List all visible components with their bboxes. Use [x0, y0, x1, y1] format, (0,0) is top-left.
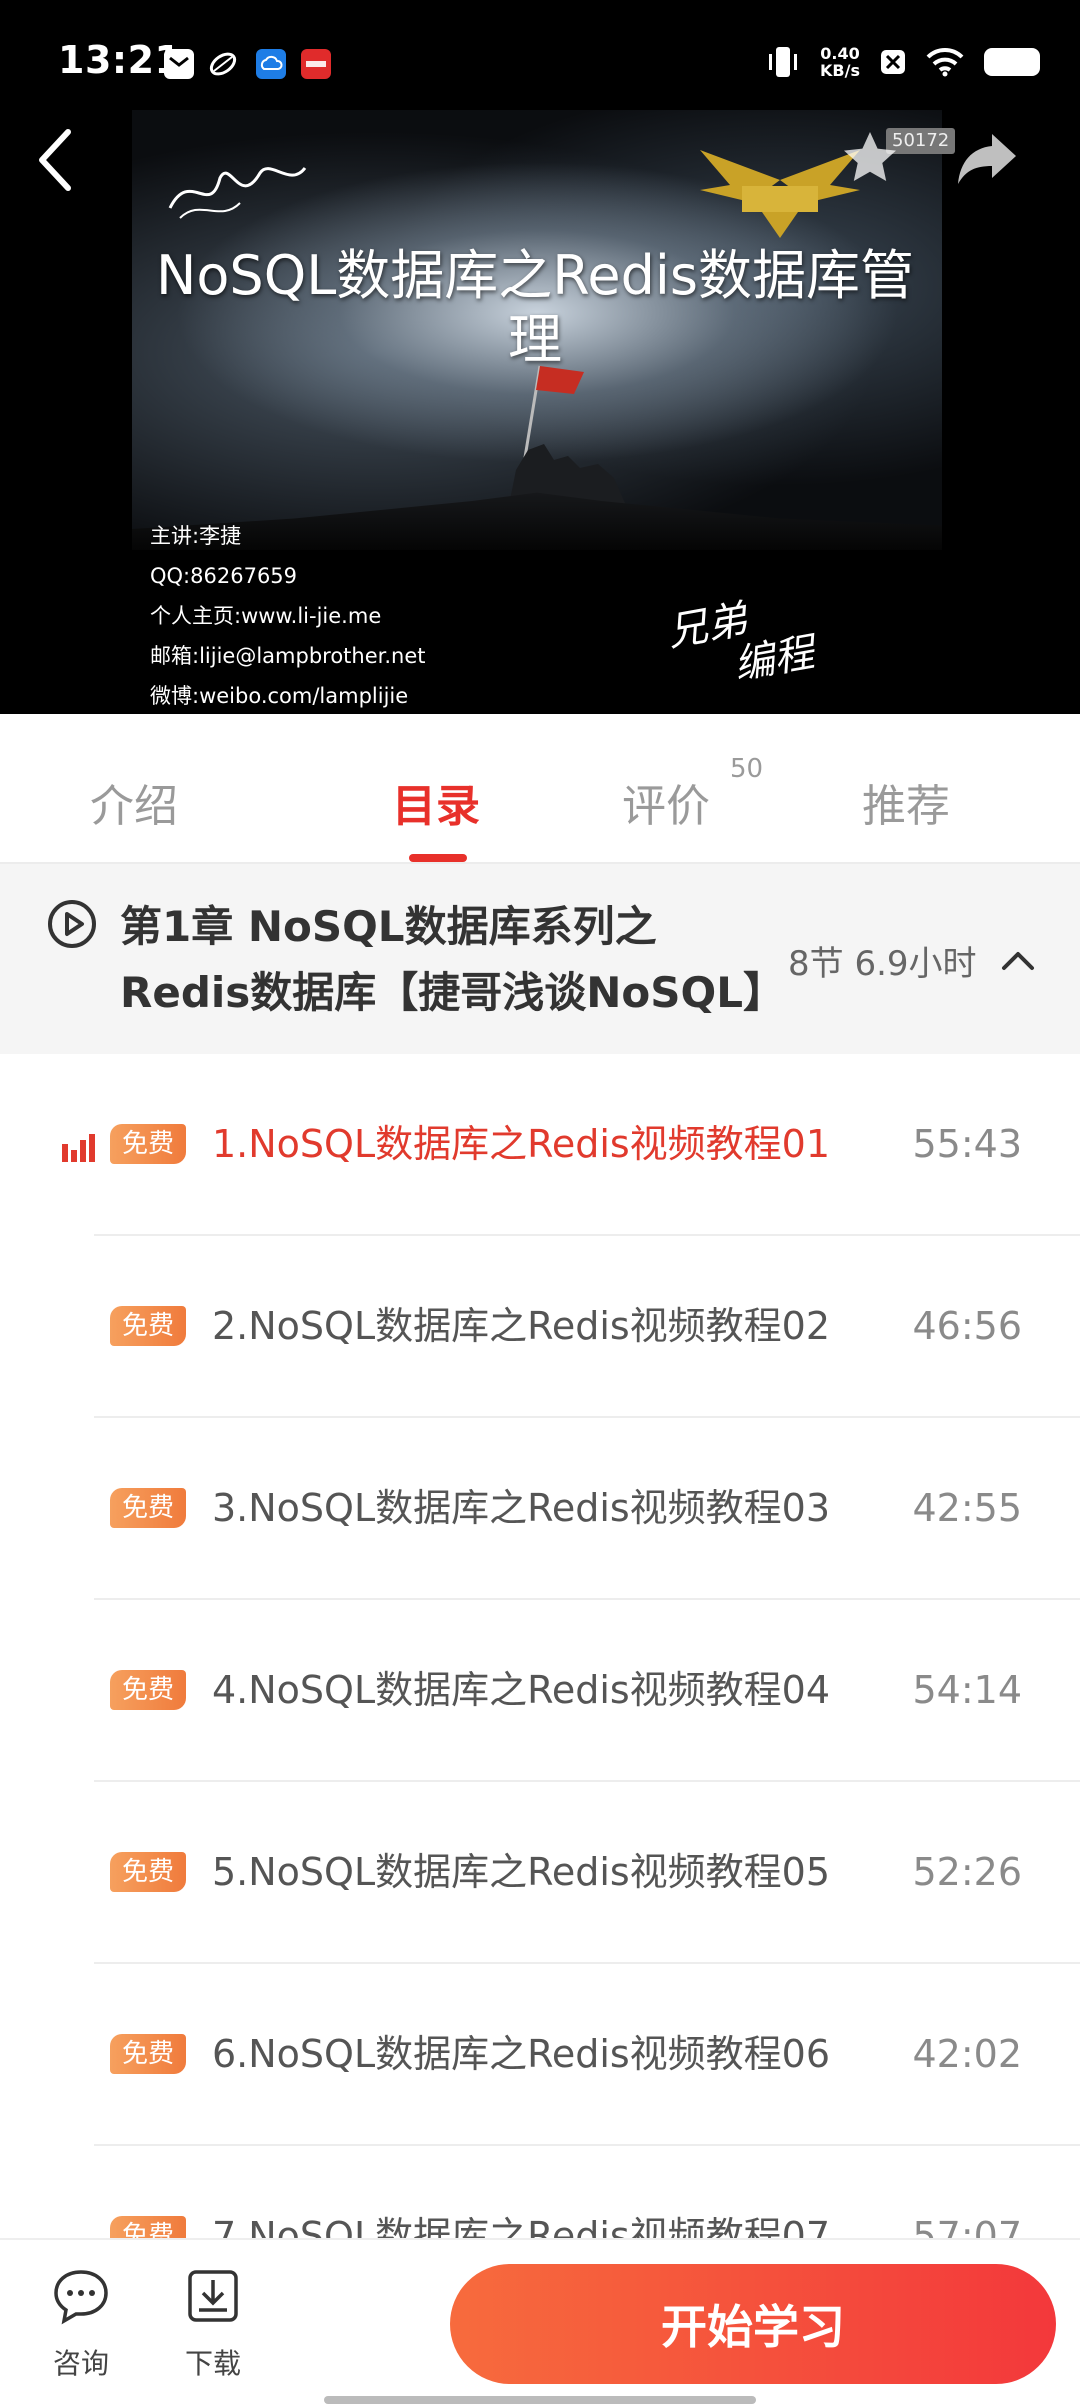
lesson-title: 3.NoSQL数据库之Redis视频教程03	[212, 1486, 831, 1530]
slide-title: NoSQL数据库之Redis数据库管理	[155, 244, 915, 371]
free-badge: 免费	[110, 1488, 187, 1528]
chevron-up-icon[interactable]	[1000, 942, 1036, 978]
cloud-icon	[256, 49, 286, 79]
back-arrow-icon[interactable]	[28, 120, 84, 200]
free-badge: 免费	[110, 1670, 187, 1710]
active-tab-indicator	[409, 854, 467, 862]
free-badge: 免费	[110, 2034, 187, 2074]
flag-raising-image	[508, 365, 628, 510]
lesson-duration: 42:55	[912, 1486, 1022, 1530]
signature-image	[168, 166, 307, 219]
free-badge: 免费	[110, 1306, 187, 1346]
slide-info: 主讲:李捷 QQ:86267659 个人主页:www.li-jie.me 邮箱:…	[150, 516, 425, 714]
lesson-row[interactable]: 免费 2.NoSQL数据库之Redis视频教程02 46:56	[0, 1236, 1080, 1418]
status-bar: 13:21 0.40 KB/s	[0, 0, 1080, 128]
now-playing-icon	[62, 1134, 95, 1162]
brush-calligraphy: 兄弟 编程	[663, 596, 818, 689]
leaf-icon	[208, 49, 238, 79]
lesson-duration: 46:56	[912, 1304, 1022, 1348]
video-player[interactable]: 13:21 0.40 KB/s 50172 NoSQL数据库之Redis数据库管…	[0, 0, 1080, 714]
network-speed: 0.40 KB/s	[820, 44, 860, 80]
consult-button[interactable]: 咨询	[36, 2266, 126, 2386]
lesson-title: 5.NoSQL数据库之Redis视频教程05	[212, 1850, 831, 1894]
consult-label: 咨询	[52, 2347, 109, 2380]
no-sim-icon	[881, 50, 905, 74]
chapter-title: 第1章 NoSQL数据库系列之Redis数据库【捷哥浅谈NoSQL】	[120, 902, 786, 1017]
homepage-line: 个人主页:www.li-jie.me	[150, 604, 382, 628]
lesson-title: 2.NoSQL数据库之Redis视频教程02	[212, 1304, 831, 1348]
free-badge: 免费	[110, 1124, 187, 1164]
qq-line: QQ:86267659	[150, 564, 298, 588]
lesson-title: 1.NoSQL数据库之Redis视频教程01	[212, 1122, 831, 1166]
lesson-duration: 42:02	[912, 2032, 1022, 2076]
lesson-row[interactable]: 免费 4.NoSQL数据库之Redis视频教程04 54:14	[0, 1600, 1080, 1782]
lesson-title: 4.NoSQL数据库之Redis视频教程04	[212, 1668, 831, 1712]
lesson-title: 6.NoSQL数据库之Redis视频教程06	[212, 2032, 831, 2076]
download-label: 下载	[184, 2347, 241, 2380]
tab-catalog[interactable]: 目录	[392, 770, 480, 834]
share-arrow-icon[interactable]	[954, 130, 1020, 188]
system-indicators: 0.40 KB/s	[766, 40, 1040, 84]
weibo-line: 微博:weibo.com/lamplijie	[150, 684, 409, 708]
lesson-row[interactable]: 免费 3.NoSQL数据库之Redis视频教程03 42:55	[0, 1418, 1080, 1600]
lecturer-line: 主讲:李捷	[150, 524, 242, 548]
chat-bubble-icon	[54, 2270, 108, 2325]
battery-icon	[984, 48, 1040, 76]
lesson-row[interactable]: 免费 1.NoSQL数据库之Redis视频教程01 55:43	[0, 1054, 1080, 1236]
mail-icon	[164, 49, 194, 79]
lesson-duration: 52:26	[912, 1850, 1022, 1894]
tab-bar: 介绍 目录 评价 50 推荐	[0, 714, 1080, 864]
download-button[interactable]: 下载	[168, 2266, 258, 2386]
tab-intro[interactable]: 介绍	[90, 770, 178, 834]
tab-reviews[interactable]: 评价	[622, 770, 710, 834]
star-favorite-icon[interactable]	[840, 128, 900, 188]
clock: 13:21	[58, 38, 182, 82]
51cto-icon	[301, 49, 331, 79]
lesson-duration: 54:14	[912, 1668, 1022, 1712]
download-icon	[188, 2270, 238, 2322]
free-badge: 免费	[110, 1852, 187, 1892]
start-learning-button[interactable]: 开始学习	[450, 2264, 1056, 2384]
lesson-row[interactable]: 免费 6.NoSQL数据库之Redis视频教程06 42:02	[0, 1964, 1080, 2146]
vibrate-icon	[769, 47, 798, 77]
play-circle-icon	[48, 900, 96, 948]
chapter-meta: 8节 6.9小时	[788, 944, 977, 984]
email-line: 邮箱:lijie@lampbrother.net	[150, 644, 426, 668]
tab-recommend[interactable]: 推荐	[862, 770, 950, 834]
home-indicator[interactable]	[324, 2396, 756, 2404]
wifi-icon	[926, 47, 964, 77]
lesson-duration: 55:43	[912, 1122, 1022, 1166]
course-page: 13:21 0.40 KB/s 50172 NoSQL数据库之Redis数据库管…	[0, 0, 1080, 2408]
lesson-row[interactable]: 免费 5.NoSQL数据库之Redis视频教程05 52:26	[0, 1782, 1080, 1964]
reviews-count-badge: 50	[730, 754, 764, 784]
